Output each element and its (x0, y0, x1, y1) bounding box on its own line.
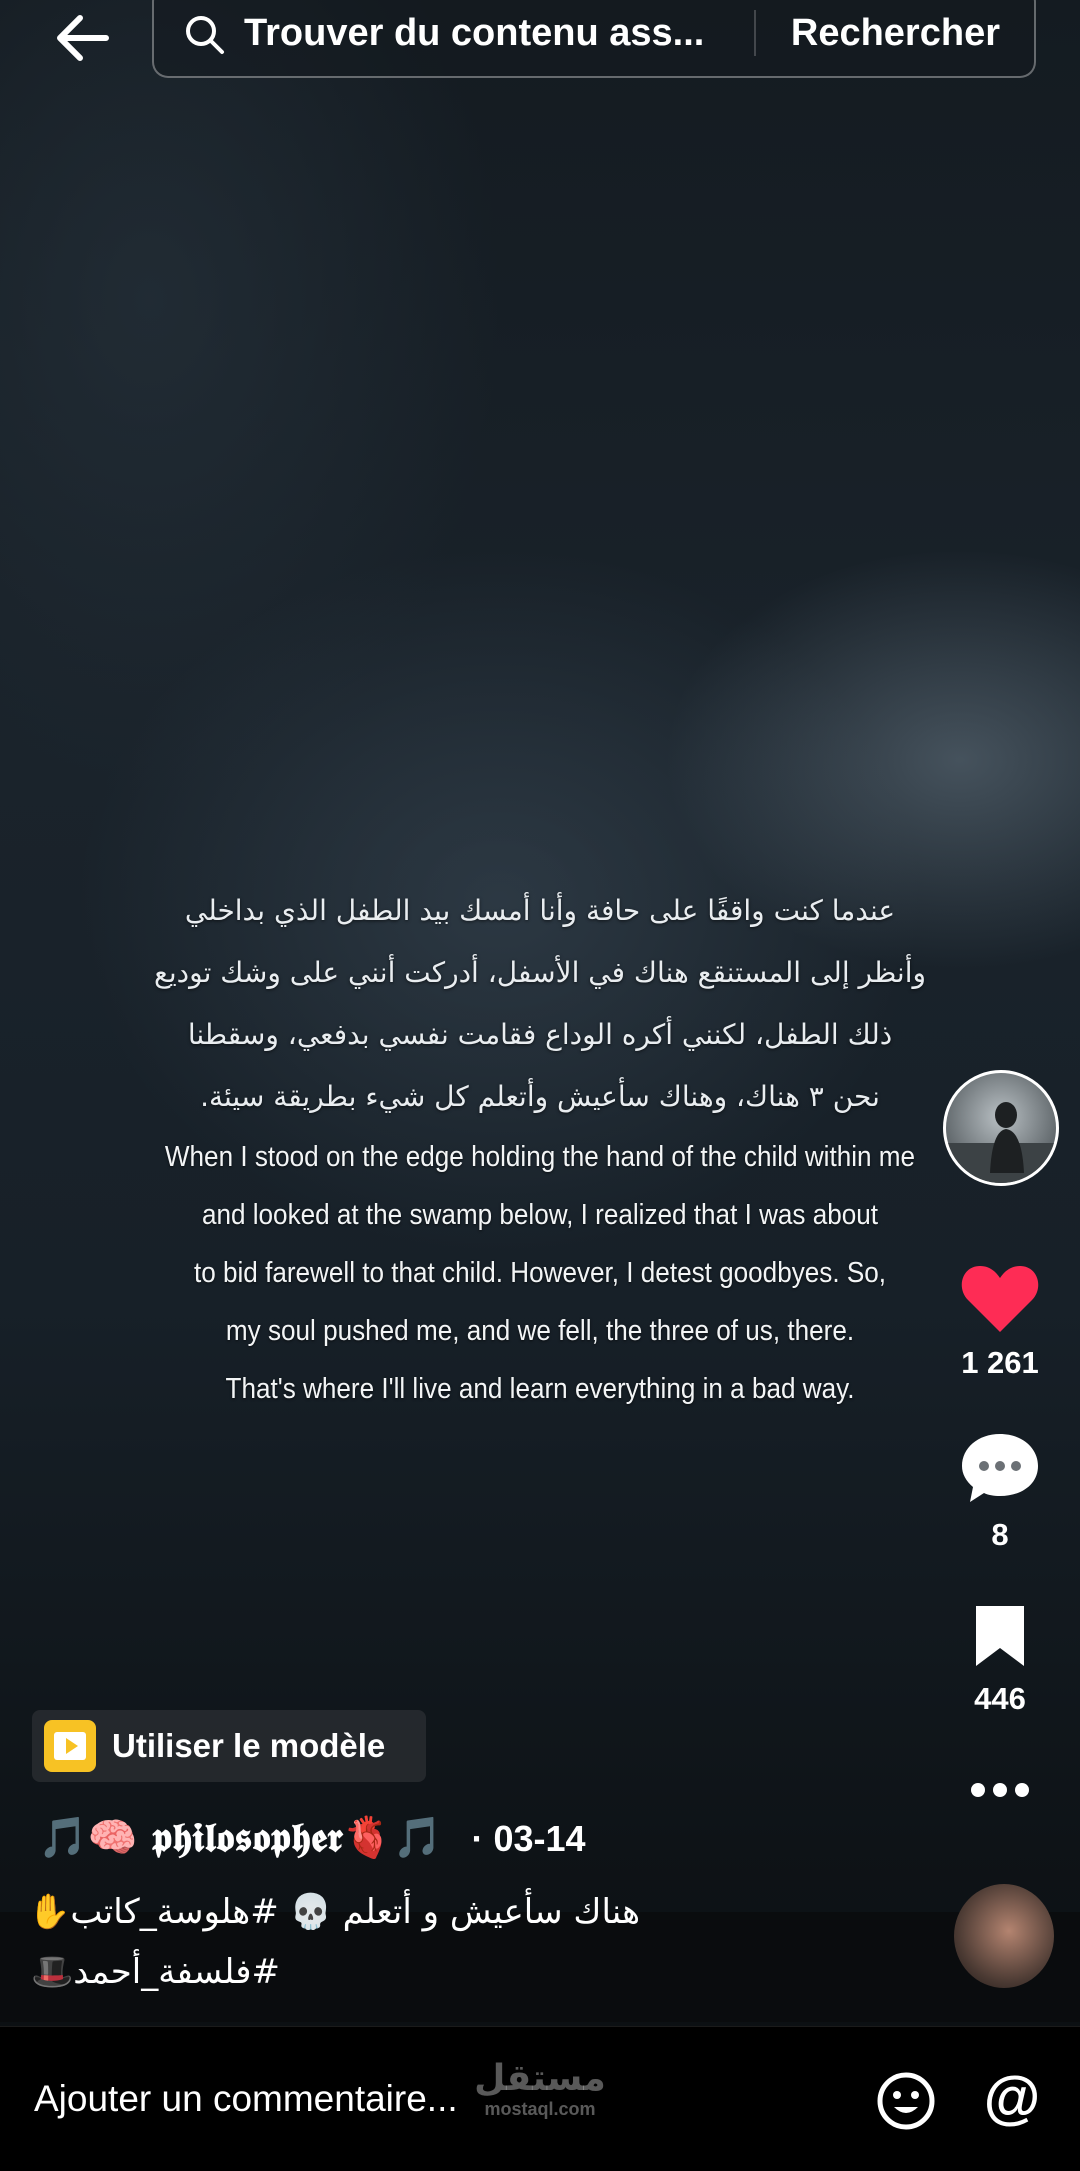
template-icon (44, 1720, 96, 1772)
comment-input[interactable]: Ajouter un commentaire... (34, 2069, 458, 2129)
save-count: 446 (974, 1681, 1026, 1716)
more-dots-icon (971, 1783, 1029, 1797)
watermark-arabic: مستقل (474, 2058, 606, 2099)
author-name[interactable]: 🎵🧠 𝖕𝖍𝖎𝖑𝖔𝖘𝖔𝖕𝖍𝖊𝖗🫀🎵 (38, 1814, 442, 1861)
search-input[interactable]: Trouver du contenu ass... (244, 8, 864, 58)
english-text-line: to bid farewell to that child. However, … (193, 1257, 887, 1289)
english-text-line: That's where I'll live and learn everyth… (225, 1373, 855, 1405)
description-line[interactable]: #فلسفة_أحمد🎩 (31, 1952, 280, 1992)
like-button[interactable]: 1 261 (940, 1262, 1060, 1381)
video-overlay-text: عندما كنت واقفًا على حافة وأنا أمسك بيد … (120, 880, 960, 1418)
like-count: 1 261 (961, 1345, 1039, 1380)
use-template-label: Utiliser le modèle (112, 1727, 386, 1764)
heart-icon (961, 1266, 1039, 1332)
mention-button[interactable]: @ (980, 2063, 1044, 2133)
bookmark-icon (976, 1606, 1024, 1666)
watermark-latin: mostaql.com (484, 2099, 596, 2119)
author-row[interactable]: 🎵🧠 𝖕𝖍𝖎𝖑𝖔𝖘𝖔𝖕𝖍𝖊𝖗🫀🎵 · 03-14 (38, 1808, 586, 1868)
english-text-line: and looked at the swamp below, I realize… (201, 1199, 879, 1231)
more-options-button[interactable] (940, 1778, 1060, 1807)
arrow-left-icon (57, 15, 109, 61)
post-date: · 03-14 (471, 1818, 586, 1859)
english-text-line: my soul pushed me, and we fell, the thre… (225, 1315, 855, 1347)
comment-count: 8 (991, 1517, 1009, 1552)
comment-button[interactable]: 8 (940, 1430, 1060, 1553)
back-button[interactable] (42, 6, 122, 70)
use-template-button[interactable]: Utiliser le modèle (32, 1710, 426, 1782)
avatar-silhouette (946, 1102, 1056, 1183)
comment-bar: Ajouter un commentaire... مستقل mostaql.… (0, 2026, 1080, 2171)
arabic-text-line: نحن ٣ هناك، وهناك سأعيش وأتعلم كل شيء بط… (200, 1080, 880, 1113)
arabic-text-line: وأنظر إلى المستنقع هناك في الأسفل، أدركت… (153, 956, 927, 989)
music-disc-avatar[interactable] (954, 1884, 1054, 1988)
creator-avatar[interactable] (943, 1070, 1059, 1186)
comment-bubble-icon (962, 1434, 1038, 1502)
search-button[interactable]: Rechercher (791, 8, 1000, 58)
emoji-button[interactable] (876, 2071, 936, 2131)
search-bar[interactable]: Trouver du contenu ass... Rechercher (152, 0, 1036, 78)
description-line[interactable]: هناك سأعيش و أتعلم 💀 #هلوسة_كاتب✋ (28, 1892, 640, 1932)
top-bar: Trouver du contenu ass... Rechercher (0, 0, 1080, 90)
smiley-icon (877, 2072, 935, 2130)
english-text-line: When I stood on the edge holding the han… (164, 1141, 916, 1173)
search-icon (186, 16, 224, 54)
arabic-text-line: ذلك الطفل، لكنني أكره الوداع فقامت نفسي … (187, 1018, 893, 1051)
watermark-logo: مستقل mostaql.com (470, 2058, 610, 2120)
search-divider (754, 10, 756, 56)
save-button[interactable]: 446 (940, 1602, 1060, 1717)
arabic-text-line: عندما كنت واقفًا على حافة وأنا أمسك بيد … (184, 894, 896, 927)
